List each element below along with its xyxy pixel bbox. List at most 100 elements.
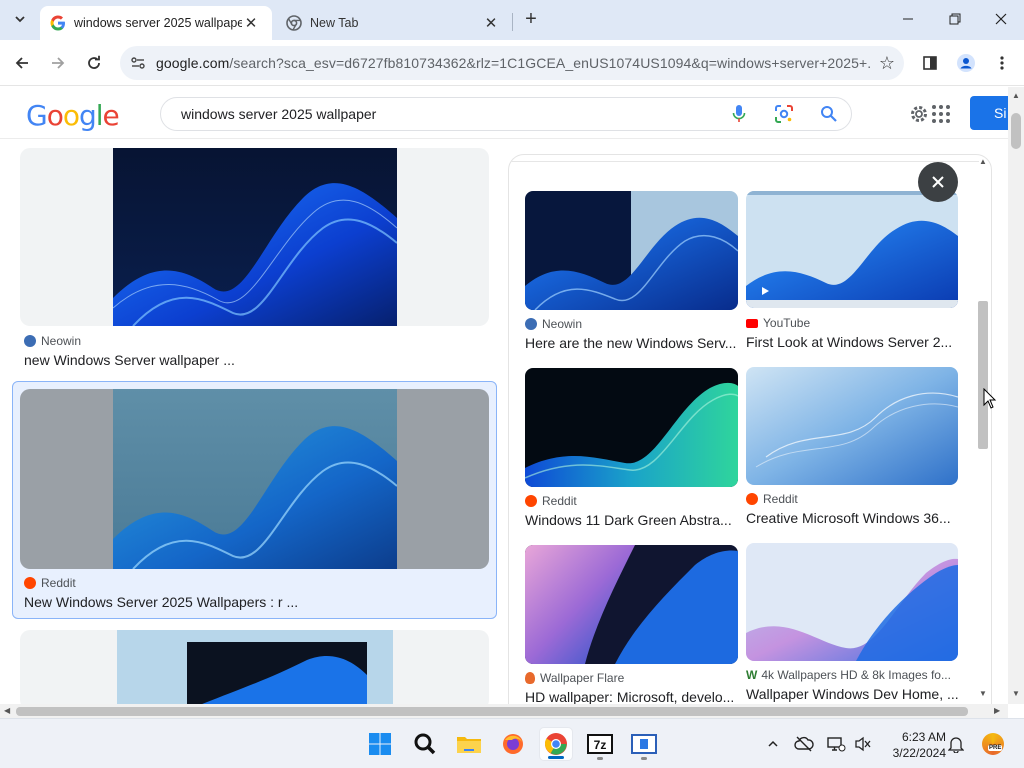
wallpaper-image bbox=[746, 543, 958, 661]
image-result-thumb[interactable] bbox=[20, 630, 489, 704]
scroll-up-arrow-icon[interactable]: ▲ bbox=[1012, 91, 1020, 100]
google-apps-icon[interactable] bbox=[930, 103, 950, 123]
search-icon[interactable] bbox=[806, 105, 851, 123]
network-tray-button[interactable] bbox=[825, 733, 847, 755]
back-button[interactable] bbox=[9, 50, 35, 76]
panel-scrollbar-thumb[interactable] bbox=[978, 301, 988, 449]
copilot-pre-button[interactable]: PRE bbox=[980, 733, 1006, 755]
result-source[interactable]: Reddit bbox=[24, 576, 76, 590]
notifications-button[interactable] bbox=[945, 733, 967, 755]
result-caption[interactable]: new Windows Server wallpaper ... bbox=[24, 352, 484, 368]
related-image[interactable] bbox=[746, 543, 958, 661]
result-source[interactable]: W 4k Wallpapers HD & 8k Images fo... bbox=[746, 668, 951, 682]
close-preview-button[interactable] bbox=[918, 162, 958, 202]
forward-button[interactable] bbox=[45, 50, 71, 76]
tab-windows-server-wallpaper[interactable]: windows server 2025 wallpaper ✕ bbox=[40, 6, 272, 40]
onedrive-tray-button[interactable] bbox=[793, 733, 815, 755]
scroll-left-arrow-icon[interactable]: ◀ bbox=[4, 706, 10, 715]
result-caption[interactable]: HD wallpaper: Microsoft, develo... bbox=[525, 689, 737, 704]
bookmark-star-icon[interactable]: ☆ bbox=[870, 53, 904, 74]
page-scrollbar[interactable]: ▲ ▼ bbox=[1008, 87, 1024, 704]
cloud-offline-icon bbox=[794, 736, 814, 752]
close-icon[interactable]: ✕ bbox=[482, 14, 500, 32]
image-result-thumb[interactable] bbox=[20, 389, 489, 569]
profile-icon bbox=[957, 54, 975, 72]
scroll-up-arrow-icon[interactable]: ▲ bbox=[979, 157, 987, 166]
panel-scrollbar[interactable]: ▲ ▼ bbox=[976, 155, 990, 703]
show-hidden-icons-button[interactable] bbox=[762, 733, 784, 755]
wallpaper-image bbox=[113, 148, 397, 326]
close-icon[interactable]: ✕ bbox=[242, 14, 260, 32]
taskbar-search-button[interactable] bbox=[408, 727, 442, 761]
result-source[interactable]: Reddit bbox=[525, 494, 577, 508]
horizontal-scrollbar[interactable]: ◀ ▶ bbox=[0, 704, 1008, 718]
url-host: google.com bbox=[156, 55, 230, 71]
result-caption[interactable]: Wallpaper Windows Dev Home, ... bbox=[746, 686, 958, 702]
result-source[interactable]: Neowin bbox=[24, 334, 81, 348]
result-caption[interactable]: Creative Microsoft Windows 36... bbox=[746, 510, 958, 526]
lens-camera-icon[interactable] bbox=[761, 104, 806, 124]
result-source[interactable]: Wallpaper Flare bbox=[525, 671, 624, 685]
search-icon bbox=[414, 733, 436, 755]
result-caption[interactable]: Here are the new Windows Serv... bbox=[525, 335, 737, 351]
close-window-button[interactable] bbox=[979, 4, 1023, 34]
result-source[interactable]: Neowin bbox=[525, 317, 582, 331]
profile-button[interactable] bbox=[953, 50, 979, 76]
scroll-down-arrow-icon[interactable]: ▼ bbox=[1012, 689, 1020, 698]
tab-strip: windows server 2025 wallpaper ✕ New Tab … bbox=[0, 0, 1024, 40]
related-image[interactable] bbox=[525, 545, 738, 664]
minimize-button[interactable] bbox=[886, 4, 930, 34]
firefox-button[interactable] bbox=[496, 727, 530, 761]
scroll-down-arrow-icon[interactable]: ▼ bbox=[979, 689, 987, 698]
site-info-icon[interactable] bbox=[120, 55, 156, 71]
scroll-right-arrow-icon[interactable]: ▶ bbox=[994, 706, 1000, 715]
microphone-icon[interactable] bbox=[716, 104, 761, 124]
source-name: 4k Wallpapers HD & 8k Images fo... bbox=[761, 668, 951, 682]
neowin-icon bbox=[525, 318, 537, 330]
more-vertical-icon bbox=[1000, 56, 1004, 70]
tab-new-tab[interactable]: New Tab ✕ bbox=[276, 6, 512, 40]
related-image[interactable] bbox=[525, 368, 738, 487]
related-image[interactable] bbox=[746, 367, 958, 485]
menu-button[interactable] bbox=[989, 50, 1015, 76]
reload-button[interactable] bbox=[81, 50, 107, 76]
youtube-icon bbox=[746, 318, 758, 328]
new-tab-button[interactable]: + bbox=[520, 8, 542, 30]
page-scrollbar-thumb[interactable] bbox=[1011, 113, 1021, 149]
source-name: Neowin bbox=[41, 334, 82, 348]
google-logo[interactable]: Google bbox=[26, 99, 120, 132]
window-app-button[interactable] bbox=[627, 727, 661, 761]
clock-date: 3/22/2024 bbox=[892, 746, 946, 760]
image-preview-panel: Neowin Here are the new Windows Serv... … bbox=[508, 154, 992, 704]
file-explorer-button[interactable] bbox=[452, 727, 486, 761]
4k-wallpapers-icon: W bbox=[746, 668, 758, 682]
result-source[interactable]: YouTube bbox=[746, 316, 810, 330]
search-input[interactable]: windows server 2025 wallpaper bbox=[181, 106, 716, 122]
result-source[interactable]: Reddit bbox=[746, 492, 798, 506]
firefox-icon bbox=[503, 734, 523, 754]
address-bar[interactable]: google.com/search?sca_esv=d6727fb8107343… bbox=[120, 46, 904, 80]
result-caption[interactable]: New Windows Server 2025 Wallpapers : r .… bbox=[24, 594, 484, 610]
image-result-thumb[interactable] bbox=[20, 148, 489, 326]
result-caption[interactable]: Windows 11 Dark Green Abstra... bbox=[525, 512, 737, 528]
result-caption[interactable]: First Look at Windows Server 2... bbox=[746, 334, 958, 350]
related-image[interactable] bbox=[746, 191, 958, 308]
related-image[interactable] bbox=[525, 191, 738, 310]
wallpaper-image bbox=[525, 368, 738, 487]
start-button[interactable] bbox=[363, 727, 397, 761]
chrome-button[interactable] bbox=[539, 727, 573, 761]
search-box[interactable]: windows server 2025 wallpaper bbox=[160, 97, 852, 131]
settings-gear-icon[interactable] bbox=[908, 103, 930, 125]
side-panel-button[interactable] bbox=[917, 50, 943, 76]
horizontal-scrollbar-thumb[interactable] bbox=[16, 707, 968, 716]
7zip-button[interactable]: 7z bbox=[583, 727, 617, 761]
wallpaper-image bbox=[117, 630, 393, 704]
chrome-icon bbox=[286, 15, 302, 31]
restore-button[interactable] bbox=[933, 4, 977, 34]
plus-icon: + bbox=[525, 7, 537, 30]
network-icon bbox=[827, 737, 846, 752]
chevron-down-icon bbox=[15, 16, 25, 23]
tab-search-button[interactable] bbox=[8, 7, 32, 31]
taskbar-clock[interactable]: 6:23 AM 3/22/2024 bbox=[868, 729, 946, 761]
start-icon bbox=[369, 733, 391, 755]
